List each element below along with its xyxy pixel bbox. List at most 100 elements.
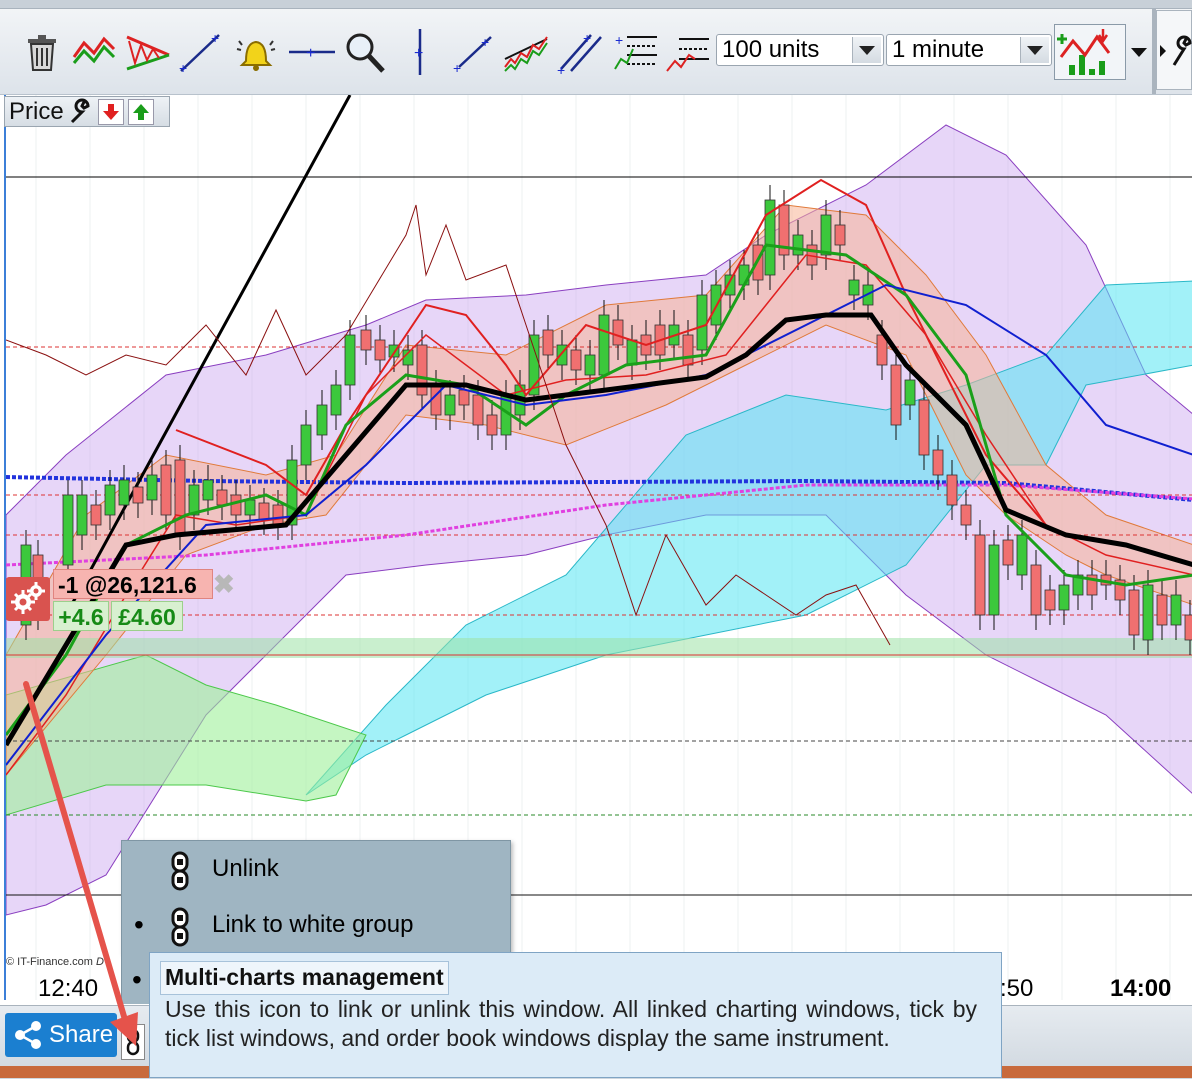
bear-candle	[272, 504, 284, 526]
chain-link-icon	[126, 1028, 140, 1056]
menu-item-link-white-group[interactable]: • Link to white group	[122, 899, 510, 951]
svg-text:+: +	[615, 32, 623, 48]
position-value: £4.60	[111, 601, 183, 631]
fibonacci-icon[interactable]: +	[612, 26, 660, 78]
link-windows-button[interactable]	[121, 1024, 145, 1060]
bull-candle	[104, 484, 116, 516]
menu-item-link-white-group-label: Link to white group	[212, 911, 414, 938]
ray-icon[interactable]: + +	[450, 26, 498, 78]
bear-candle	[1184, 614, 1192, 641]
bear-candle	[174, 459, 186, 536]
settings-wrench-icon[interactable]	[1160, 26, 1192, 78]
interval-select[interactable]: 1 minute	[886, 34, 1052, 66]
channel-icon[interactable]	[502, 26, 550, 78]
bull-candle	[820, 214, 832, 256]
bear-candle	[1002, 539, 1014, 566]
position-order-label[interactable]: -1 @26,121.6	[53, 569, 213, 599]
bull-candle	[626, 339, 638, 366]
time-label-1240: 12:40	[38, 975, 99, 1002]
gear-icon[interactable]	[6, 577, 50, 621]
horizontal-line-icon[interactable]: +	[288, 26, 336, 78]
link-context-menu: Unlink • Link to white group	[121, 840, 511, 954]
fan-icon[interactable]	[664, 26, 712, 78]
bear-candle	[458, 389, 470, 406]
bear-candle	[834, 224, 846, 246]
share-button[interactable]: Share	[5, 1013, 117, 1057]
trash-icon[interactable]	[18, 26, 66, 78]
menu-item-unlink[interactable]: Unlink	[122, 843, 510, 895]
bear-candle	[430, 384, 442, 416]
bear-candle	[682, 334, 694, 366]
move-down-icon[interactable]	[97, 98, 124, 125]
price-panel-label: Price	[9, 97, 64, 125]
bear-candle	[946, 474, 958, 506]
bull-candle	[62, 494, 74, 566]
bull-candle	[696, 294, 708, 351]
trendline-icon[interactable]: + +	[176, 26, 224, 78]
bear-candle	[160, 464, 172, 516]
vertical-line-icon[interactable]: +	[396, 26, 444, 78]
bull-candle	[316, 404, 328, 436]
chart-toolbar: + + + + + + + + + 100 units 1 minute	[0, 0, 1192, 95]
bull-candle	[848, 279, 860, 296]
bear-candle	[890, 364, 902, 426]
indicators-dropdown-arrow[interactable]	[1128, 44, 1150, 60]
move-up-icon[interactable]	[127, 98, 154, 125]
zoom-icon[interactable]	[340, 26, 388, 78]
bull-candle	[724, 274, 736, 296]
toolbar-top-strip	[0, 0, 1192, 9]
bear-candle	[258, 502, 270, 521]
svg-text:+: +	[306, 45, 315, 62]
bull-candle	[1142, 584, 1154, 641]
bull-candle	[598, 314, 610, 376]
bull-candle	[792, 234, 804, 256]
bull-candle	[188, 484, 200, 516]
svg-text:+: +	[211, 30, 219, 46]
bull-candle	[244, 499, 256, 516]
bull-candle	[344, 334, 356, 386]
bear-candle	[1128, 589, 1140, 636]
bear-candle	[472, 394, 484, 426]
bear-candle	[374, 339, 386, 361]
bear-candle	[486, 414, 498, 436]
quantity-select[interactable]: 100 units	[716, 34, 884, 66]
chevron-down-icon[interactable]	[852, 37, 881, 63]
indicators-icon[interactable]	[1054, 24, 1126, 80]
partial-bullet: •	[132, 964, 142, 995]
bear-candle	[542, 329, 554, 356]
chevron-down-icon[interactable]	[1020, 37, 1049, 63]
bull-candle	[904, 379, 916, 406]
bull-candle	[1016, 534, 1028, 576]
bull-candle	[584, 354, 596, 376]
bear-candle	[1156, 594, 1168, 626]
svg-text:+: +	[583, 30, 591, 46]
bull-candle	[118, 479, 130, 506]
selected-bullet: •	[134, 909, 144, 940]
bull-candle	[202, 479, 214, 501]
chain-link-icon	[168, 907, 192, 952]
bear-candle	[1044, 589, 1056, 611]
multi-charts-tooltip: Multi-charts management Use this icon to…	[149, 952, 1002, 1078]
svg-text:+: +	[414, 45, 423, 62]
bear-candle	[132, 486, 144, 504]
time-label-1400: 14:00	[1110, 975, 1172, 1002]
svg-text:+: +	[453, 60, 461, 75]
bull-candle	[1170, 594, 1182, 626]
close-position-icon[interactable]: ✖	[213, 571, 235, 597]
bull-candle	[988, 544, 1000, 616]
bear-candle	[612, 319, 624, 346]
time-label-1350: :50	[1000, 975, 1034, 1002]
zigzag-icon[interactable]	[70, 26, 118, 78]
position-points: +4.6	[53, 601, 109, 631]
bear-candle	[90, 504, 102, 526]
menu-item-unlink-label: Unlink	[212, 855, 279, 882]
open-position-box: -1 @26,121.6 ✖ +4.6 £4.60	[6, 569, 242, 633]
bull-candle	[146, 474, 158, 501]
triangle-pattern-icon[interactable]	[124, 26, 172, 78]
tooltip-title: Multi-charts management	[160, 961, 449, 995]
bear-candle	[360, 329, 372, 351]
alert-bell-icon[interactable]	[232, 26, 280, 78]
wrench-icon[interactable]	[68, 98, 96, 126]
parallel-lines-icon[interactable]: + +	[556, 26, 604, 78]
bull-candle	[444, 394, 456, 416]
